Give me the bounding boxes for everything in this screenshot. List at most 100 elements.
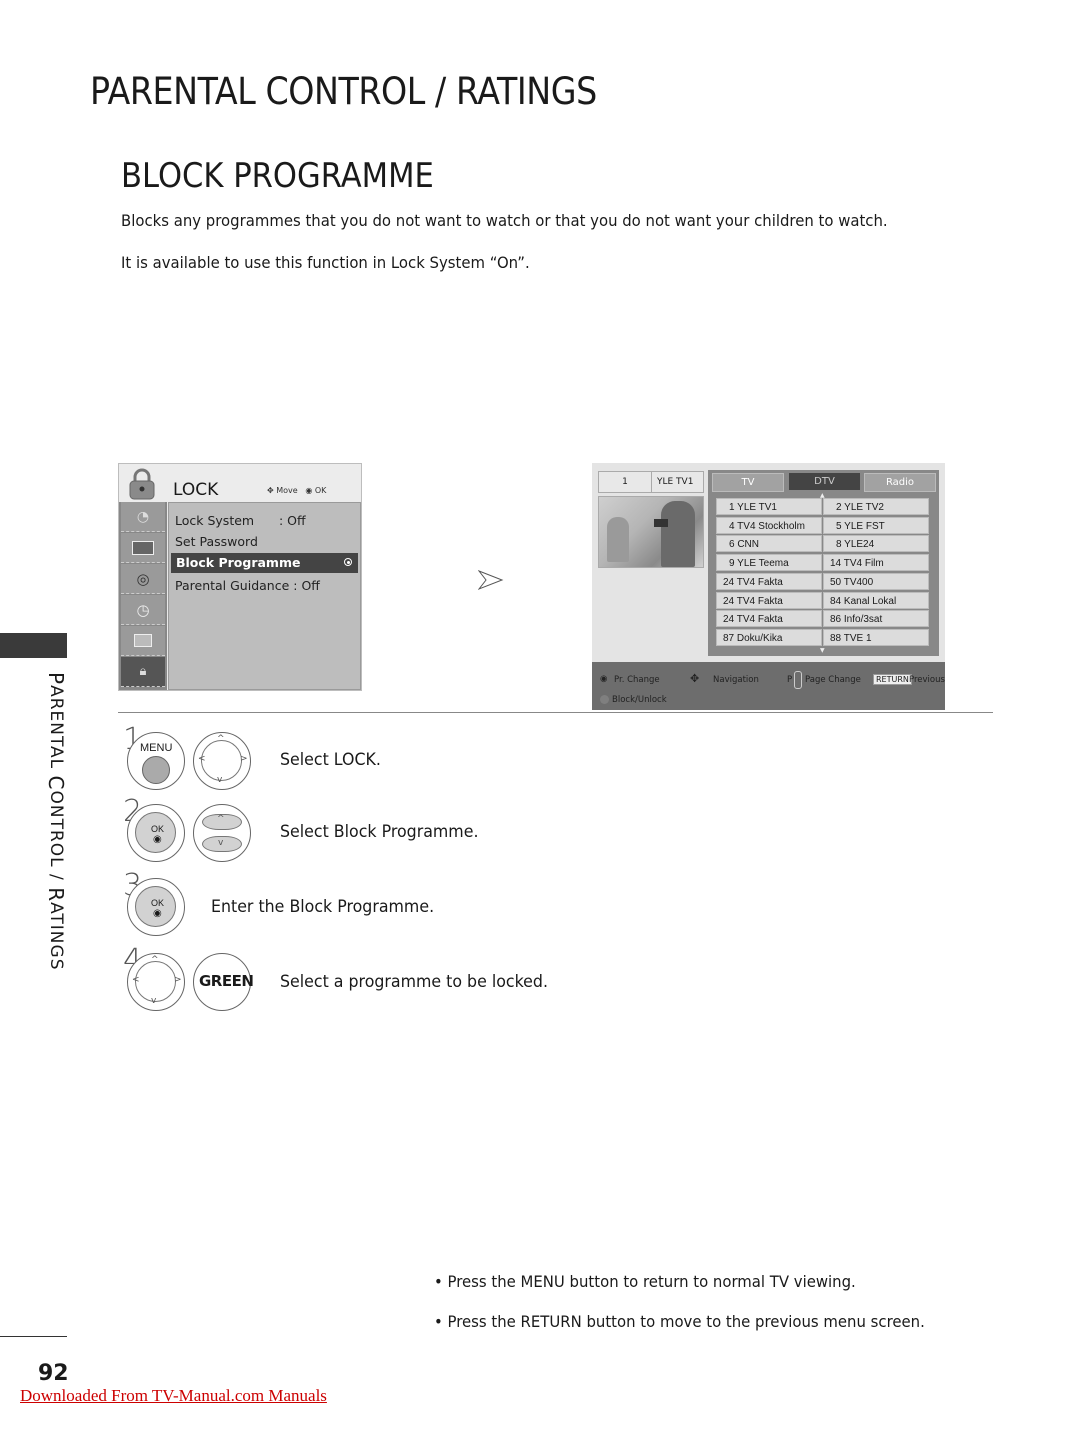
up-down-button[interactable]: ^ v — [193, 804, 251, 862]
left-arrow-icon: < — [132, 975, 140, 985]
osd-help-bar: ◉ Pr. Change ✥ Navigation P Page Change … — [592, 662, 945, 710]
step-text: Select — [280, 750, 334, 770]
intro-line-2: It is available to use this function in … — [121, 253, 530, 272]
side-label-part: ARENTAL — [46, 685, 66, 776]
return-key-icon: RETURN — [873, 674, 912, 685]
divider — [118, 712, 993, 713]
channel-cell[interactable]: 9 YLE Teema — [716, 554, 822, 572]
tab-radio[interactable]: Radio — [864, 473, 936, 492]
step-keyword: LOCK — [333, 750, 376, 770]
menu-item-label: Lock System — [175, 513, 255, 528]
note-text: • Press the — [434, 1312, 521, 1331]
ok-dot-icon: ◉ — [153, 834, 162, 845]
side-label-part: ATINGS — [46, 902, 66, 971]
channel-cell[interactable]: 8 YLE24 — [823, 535, 929, 553]
tab-dtv[interactable]: DTV — [789, 473, 860, 490]
channel-cell[interactable]: 6 CNN — [716, 535, 822, 553]
menu-item-parental-guidance[interactable]: Parental Guidance : Off — [175, 578, 320, 593]
intro-line-1: Blocks any programmes that you do not wa… — [121, 211, 888, 230]
step-3-instruction: Enter the Block Programme. — [211, 897, 434, 917]
green-button[interactable]: GREEN — [193, 953, 254, 1011]
toolbox-icon[interactable] — [121, 626, 165, 656]
side-label-part: C — [44, 775, 68, 791]
channel-cell[interactable]: 5 YLE FST — [823, 516, 929, 534]
channel-list-panel: TV DTV Radio ▲ 1 YLE TV1 2 YLE TV2 4 TV4 S… — [708, 470, 939, 656]
channel-cell[interactable]: 4 TV4 Stockholm — [716, 516, 822, 534]
ok-button[interactable]: OK ◉ — [127, 804, 185, 862]
step-2-instruction: Select Block Programme. — [280, 822, 478, 842]
lock-menu-title: LOCK — [173, 480, 219, 500]
next-arrow-icon — [478, 570, 504, 590]
section-title: PARENTAL CONTROL / RATINGS — [90, 70, 597, 113]
channel-cell[interactable]: 14 TV4 Film — [823, 554, 929, 572]
step-keyword: Block Programme — [289, 897, 430, 917]
ok-dot-icon: ◉ — [153, 908, 162, 919]
ok-dot-icon — [344, 558, 352, 566]
lock-menu-list: Lock System : Off Set Password Block Pro… — [168, 502, 361, 690]
speaker-icon[interactable]: ◎ — [121, 564, 165, 594]
ok-dot-icon: ◉ — [600, 674, 608, 684]
scroll-down-icon[interactable]: ▼ — [820, 647, 825, 654]
down-arrow-icon: v — [151, 996, 157, 1006]
note-keyword: RETURN — [520, 1312, 582, 1331]
menu-item-value: : Off — [279, 513, 306, 528]
preview-image — [598, 496, 704, 568]
help-block-unlock: Block/Unlock — [612, 695, 667, 705]
ok-button-label: OK — [151, 898, 165, 908]
channel-cell[interactable]: 50 TV400 — [823, 572, 929, 590]
help-page-p: P — [787, 675, 793, 685]
channel-cell[interactable]: 24 TV4 Fakta — [716, 610, 822, 628]
satellite-dish-icon[interactable]: ◔ — [121, 502, 165, 532]
right-arrow-icon: > — [174, 975, 182, 985]
help-page-change: Page Change — [805, 675, 861, 685]
channel-cell[interactable]: 86 Info/3sat — [823, 610, 929, 628]
left-arrow-icon: < — [198, 754, 206, 764]
current-programme-number: 1 — [599, 472, 652, 492]
navigation-arrows-icon: ✥ — [690, 672, 700, 685]
download-link[interactable]: Downloaded From TV-Manual.com Manuals — [20, 1386, 327, 1406]
note-menu: • Press the MENU button to return to nor… — [434, 1272, 856, 1291]
up-arrow-icon: ^ — [151, 955, 159, 965]
channel-cell[interactable]: 24 TV4 Fakta — [716, 572, 822, 590]
up-arrow-icon: ^ — [217, 734, 225, 744]
down-arrow-icon: v — [218, 838, 224, 848]
lock-menu-osd: LOCK ✥ Move ◉ OK ◔ ◎ ◷ 🔒︎ Lock System : … — [118, 463, 362, 691]
current-programme-box: 1 YLE TV1 — [598, 471, 704, 493]
channel-cell[interactable]: 1 YLE TV1 — [716, 498, 822, 515]
page-number: 92 — [38, 1361, 69, 1386]
note-text: • Press the — [434, 1272, 521, 1291]
navigation-ring-button[interactable]: ^ v < > — [193, 732, 251, 790]
channel-cell[interactable]: 2 YLE TV2 — [823, 498, 929, 515]
channel-cell[interactable]: 87 Doku/Kika — [716, 628, 822, 646]
side-label-part: ONTROL / — [46, 790, 66, 888]
step-4-instruction: Select a programme to be locked. — [280, 972, 548, 992]
channel-cell[interactable]: 24 TV4 Fakta — [716, 591, 822, 609]
note-return: • Press the RETURN button to move to the… — [434, 1312, 925, 1331]
green-button-label: GREEN — [199, 972, 254, 990]
tv-screen-icon[interactable] — [121, 533, 165, 563]
menu-item-lock-system[interactable]: Lock System : Off — [175, 513, 306, 528]
note-text: button to return to normal TV viewing. — [564, 1272, 856, 1291]
down-arrow-icon: v — [217, 775, 223, 785]
menu-hint: ✥ Move ◉ OK — [267, 486, 326, 495]
menu-button[interactable]: MENU — [127, 732, 185, 790]
menu-item-set-password[interactable]: Set Password — [175, 534, 258, 549]
help-previous: Previous — [909, 675, 945, 685]
navigation-ring-button[interactable]: ^ v < > — [127, 953, 185, 1011]
block-programme-osd: 1 YLE TV1 TV DTV Radio ▲ 1 YLE TV1 2 YLE … — [592, 463, 945, 710]
lock-icon[interactable]: 🔒︎ — [121, 657, 165, 687]
channel-cell[interactable]: 88 TVE 1 — [823, 628, 929, 646]
tab-tv[interactable]: TV — [712, 473, 784, 492]
step-text: . — [429, 897, 435, 917]
ok-button-label: OK — [151, 824, 165, 834]
clock-icon[interactable]: ◷ — [121, 595, 165, 625]
note-keyword: MENU — [520, 1272, 565, 1291]
hint-ok-label: OK — [314, 486, 327, 495]
channel-cell[interactable]: 84 Kanal Lokal — [823, 591, 929, 609]
page-rocker-icon — [794, 671, 802, 689]
help-pr-change: Pr. Change — [614, 675, 660, 685]
ok-button[interactable]: OK ◉ — [127, 878, 185, 936]
menu-key-icon — [142, 756, 170, 784]
step-keyword: Block Programme — [333, 822, 474, 842]
menu-item-block-programme[interactable]: Block Programme — [171, 553, 358, 573]
